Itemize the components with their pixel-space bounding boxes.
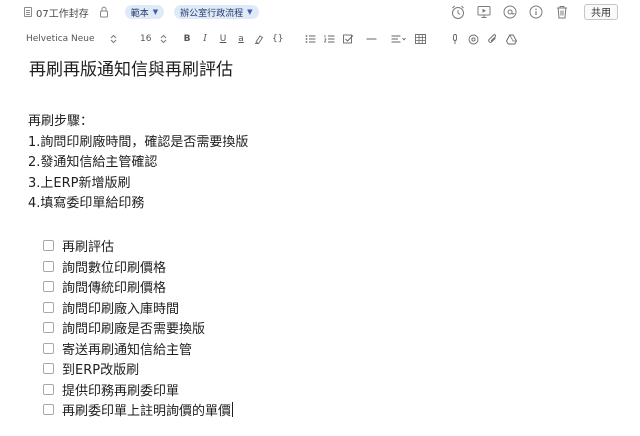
steps-heading: 再刷步驟： [28, 114, 94, 129]
step-line: 3.上ERP新增版刷 [28, 175, 131, 191]
step-line: 1.詢問印刷廠時間，確認是否需要換版 [28, 134, 249, 150]
camera-icon[interactable] [468, 32, 479, 46]
notebook-icon [24, 7, 32, 17]
checkbox[interactable] [43, 281, 54, 293]
highlight-icon[interactable] [254, 32, 264, 46]
chevron-down-icon: ▼ [247, 8, 253, 16]
chevron-down-icon: ▼ [152, 8, 159, 16]
italic-button[interactable]: I [200, 32, 210, 46]
google-drive-icon[interactable] [506, 32, 518, 46]
mention-icon[interactable] [501, 3, 518, 20]
checklist-item-label: 詢問印刷廠是否需要換版 [62, 322, 206, 338]
microphone-icon[interactable] [450, 32, 460, 46]
font-size-stepper-icon[interactable] [156, 34, 170, 44]
font-family-stepper-icon[interactable] [106, 34, 120, 44]
checklist-item: 詢問傳統印刷價格 [43, 277, 619, 298]
text-cursor [232, 402, 234, 418]
checklist-item: 再刷委印單上註明詢價的單價 [43, 400, 619, 421]
bullet-list-icon[interactable] [305, 32, 316, 46]
checkbox[interactable] [43, 383, 54, 395]
checklist-item: 寄送再刷通知信給主管 [43, 338, 619, 359]
checkbox[interactable] [43, 404, 54, 416]
step-line: 2.發通知信給主管確認 [28, 155, 158, 170]
step-line: 4.填寫委印單給印務 [28, 196, 145, 211]
checkbox[interactable] [43, 322, 54, 334]
checklist-item: 再刷評估 [43, 236, 619, 257]
checkbox[interactable] [43, 240, 54, 252]
checklist-item-label: 詢問數位印刷價格 [62, 260, 167, 276]
checklist-item: 詢問印刷廠是否需要換版 [43, 318, 619, 339]
checklist-item: 提供印務再刷委印單 [43, 379, 619, 400]
checklist-item-label: 寄送再刷通知信給主管 [62, 342, 193, 358]
divider-icon[interactable] [366, 32, 377, 46]
alarm-clock-icon[interactable] [449, 3, 466, 20]
underline-button[interactable]: U [218, 32, 228, 46]
tag-label: 辦公室行政流程 [180, 8, 244, 19]
align-icon[interactable] [391, 32, 407, 46]
numbered-list-icon[interactable] [324, 32, 335, 46]
checkbox[interactable] [43, 363, 54, 375]
code-block-button[interactable]: {} [272, 32, 283, 46]
steps-block: 再刷步驟： 1.詢問印刷廠時間，確認是否需要換版 2.發通知信給主管確認 3.上… [28, 112, 619, 215]
share-button[interactable]: 共用 [584, 3, 618, 20]
notebook-selector[interactable]: 07工作封存 [36, 5, 89, 20]
checklist-item-label: 再刷委印單上註明詢價的單價 [62, 404, 232, 420]
tag-pill-office-admin[interactable]: 辦公室行政流程 ▼ [174, 5, 259, 19]
checklist-item: 到ERP改版刷 [43, 359, 619, 380]
format-toolbar: Helvetica Neue 16 B I U a {} [0, 28, 640, 50]
checklist-item-label: 到ERP改版刷 [62, 363, 140, 379]
checklist-item-label: 提供印務再刷委印單 [62, 383, 180, 399]
checkbox[interactable] [43, 301, 54, 313]
bold-button[interactable]: B [182, 32, 192, 46]
font-size-select[interactable]: 16 [140, 34, 156, 44]
header-actions: 共用 [440, 3, 618, 20]
checklist-item: 詢問印刷廠入庫時間 [43, 297, 619, 318]
checkbox[interactable] [43, 260, 54, 272]
text-color-button[interactable]: a [236, 32, 246, 46]
attachment-icon[interactable] [487, 32, 498, 46]
note-title[interactable]: 再刷再版通知信與再刷評估 [29, 58, 619, 82]
font-family-select[interactable]: Helvetica Neue [26, 34, 106, 44]
note-editor-window: 07工作封存 範本 ▼ 辦公室行政流程 ▼ 共用 Helvetica Neue … [0, 0, 640, 436]
checklist: 再刷評估 詢問數位印刷價格 詢問傳統印刷價格 詢問印刷廠入庫時間 詢問印刷廠是否… [43, 236, 619, 421]
note-header-bar: 07工作封存 範本 ▼ 辦公室行政流程 ▼ 共用 [0, 0, 640, 24]
checklist-item: 詢問數位印刷價格 [43, 256, 619, 277]
checklist-item-label: 詢問印刷廠入庫時間 [62, 301, 180, 317]
checklist-item-label: 再刷評估 [62, 240, 115, 256]
checklist-icon[interactable] [343, 32, 354, 46]
presentation-icon[interactable] [475, 3, 492, 20]
table-icon[interactable] [415, 32, 427, 46]
lock-icon[interactable] [99, 6, 109, 18]
checklist-item-label: 詢問傳統印刷價格 [62, 281, 167, 297]
trash-icon[interactable] [553, 3, 570, 20]
checkbox[interactable] [43, 342, 54, 354]
info-icon[interactable] [527, 3, 544, 20]
tag-pill-template[interactable]: 範本 ▼ [124, 5, 165, 19]
tag-label: 範本 [130, 8, 149, 19]
note-body[interactable]: 再刷再版通知信與再刷評估 再刷步驟： 1.詢問印刷廠時間，確認是否需要換版 2.… [28, 58, 619, 421]
